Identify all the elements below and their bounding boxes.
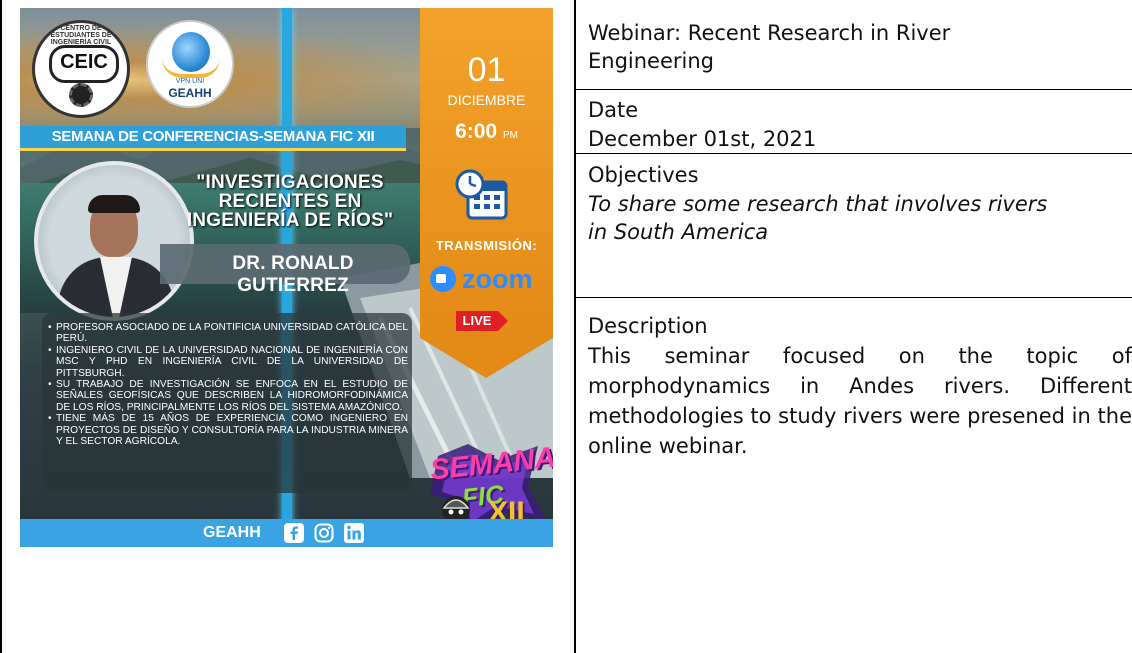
event-time-suffix: PM bbox=[502, 130, 518, 141]
talk-title-line-1: "INVESTIGACIONES bbox=[196, 172, 384, 193]
geahh-logo: VPN UNI GEAHH bbox=[146, 20, 234, 108]
zoom-wordmark: zoom bbox=[462, 264, 533, 294]
live-badge: LIVE bbox=[456, 311, 498, 331]
webinar-title: Webinar: Recent Research in River Engine… bbox=[588, 21, 951, 73]
event-time: 6:00 PM bbox=[420, 120, 553, 144]
ceic-logo-ring-text: CENTRO DE ESTUDIANTES DE INGENIERÍA CIVI… bbox=[50, 25, 112, 46]
bio-item: INGENIERO CIVIL DE LA UNIVERSIDAD NACION… bbox=[48, 345, 408, 379]
footer-label: GEAHH bbox=[203, 524, 261, 541]
event-time-value: 6:00 bbox=[455, 120, 498, 143]
row-line-3 bbox=[576, 297, 1132, 298]
table-border-divider bbox=[574, 0, 576, 653]
date-value: December 01st, 2021 bbox=[588, 127, 817, 151]
bio-item: SU TRABAJO DE INVESTIGACIÓN SE ENFOCA EN… bbox=[48, 379, 408, 413]
event-day: 01 bbox=[467, 51, 506, 89]
speaker-name: DR. RONALD GUTIERREZ bbox=[232, 253, 354, 296]
conference-banner: SEMANA DE CONFERENCIAS-SEMANA FIC XII bbox=[20, 126, 406, 151]
logo-arc bbox=[162, 58, 220, 78]
objectives-label: Objectives bbox=[588, 163, 699, 187]
facebook-icon bbox=[284, 523, 304, 543]
ceic-logo: CENTRO DE ESTUDIANTES DE INGENIERÍA CIVI… bbox=[32, 20, 130, 118]
calendar-clock-icon bbox=[455, 169, 508, 220]
bio-item: PROFESOR ASOCIADO DE LA PONTIFICIA UNIVE… bbox=[48, 322, 408, 345]
zoom-logo: zoom bbox=[430, 264, 553, 294]
objectives-value: To share some research that involves riv… bbox=[588, 192, 1048, 244]
row-line-2 bbox=[576, 153, 1132, 154]
speaker-bio-list: PROFESOR ASOCIADO DE LA PONTIFICIA UNIVE… bbox=[48, 322, 408, 447]
date-label: Date bbox=[588, 98, 639, 122]
gear-icon bbox=[69, 83, 93, 107]
talk-title-line-2: RECIENTES EN bbox=[218, 191, 362, 212]
event-month: DICIEMBRE bbox=[447, 92, 526, 108]
bio-item: TIENE MÁS DE 15 AÑOS DE EXPERIENCIA COMO… bbox=[48, 413, 408, 447]
talk-title-line-3: INGENIERÍA DE RÍOS" bbox=[186, 210, 394, 231]
linkedin-icon bbox=[344, 523, 364, 543]
instagram-icon bbox=[314, 523, 334, 543]
transmission-label: TRANSMISIÓN: bbox=[435, 238, 538, 253]
description-label: Description bbox=[588, 314, 708, 338]
date-panel-point bbox=[420, 338, 553, 378]
zoom-camera-icon bbox=[430, 266, 456, 292]
talk-title: "INVESTIGACIONES RECIENTES EN INGENIERÍA… bbox=[170, 173, 410, 230]
row-line-1 bbox=[576, 89, 1132, 90]
table-border-left bbox=[0, 0, 2, 653]
geahh-logo-small-text: VPN UNI bbox=[175, 78, 205, 85]
live-badge-tail bbox=[498, 311, 508, 331]
geahh-logo-name: GEAHH bbox=[168, 86, 212, 100]
speaker-photo-hair bbox=[88, 195, 140, 213]
ceic-logo-text: CEIC bbox=[49, 45, 119, 83]
event-poster: CENTRO DE ESTUDIANTES DE INGENIERÍA CIVI… bbox=[20, 8, 553, 547]
description-value: This seminar focused on the topic of mor… bbox=[588, 344, 1132, 458]
